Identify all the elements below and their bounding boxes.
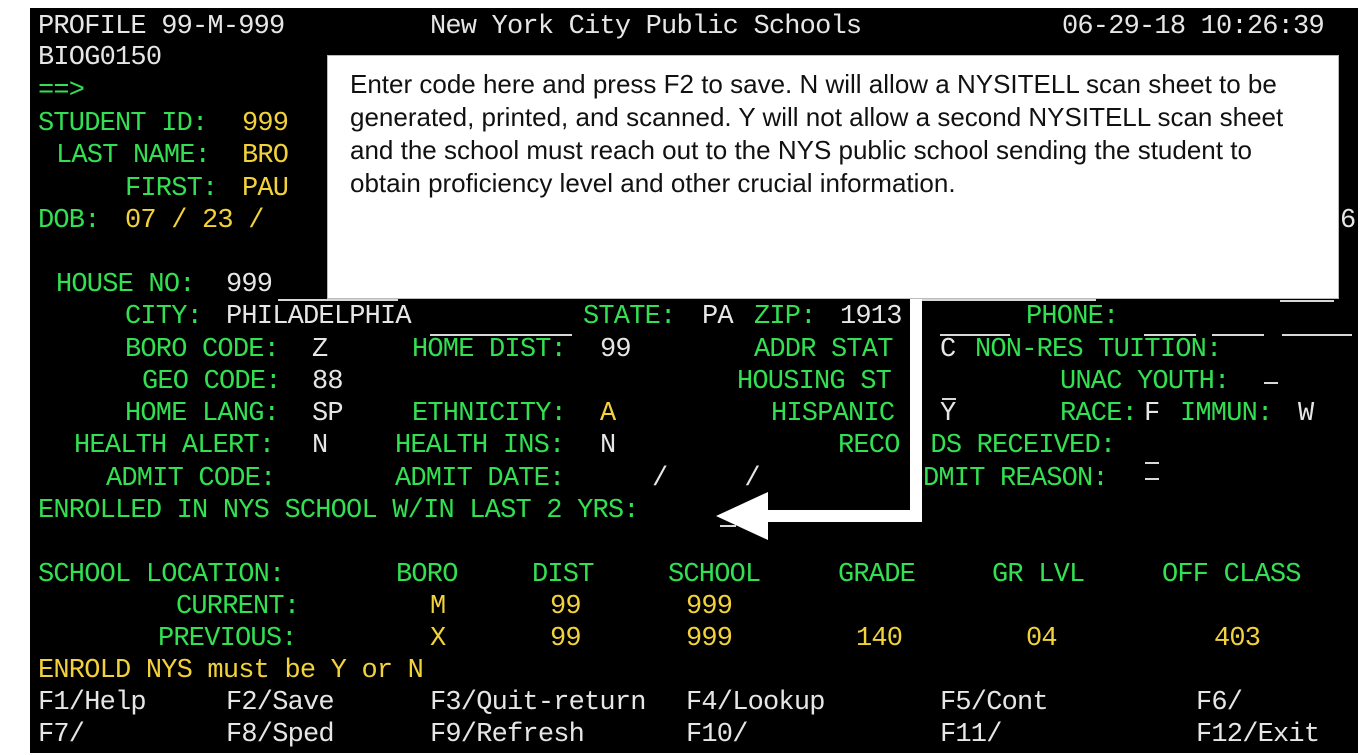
callout-arrow-icon <box>716 299 922 540</box>
terminal-screen: PROFILE 99-M-999 New York City Public Sc… <box>30 8 1358 753</box>
